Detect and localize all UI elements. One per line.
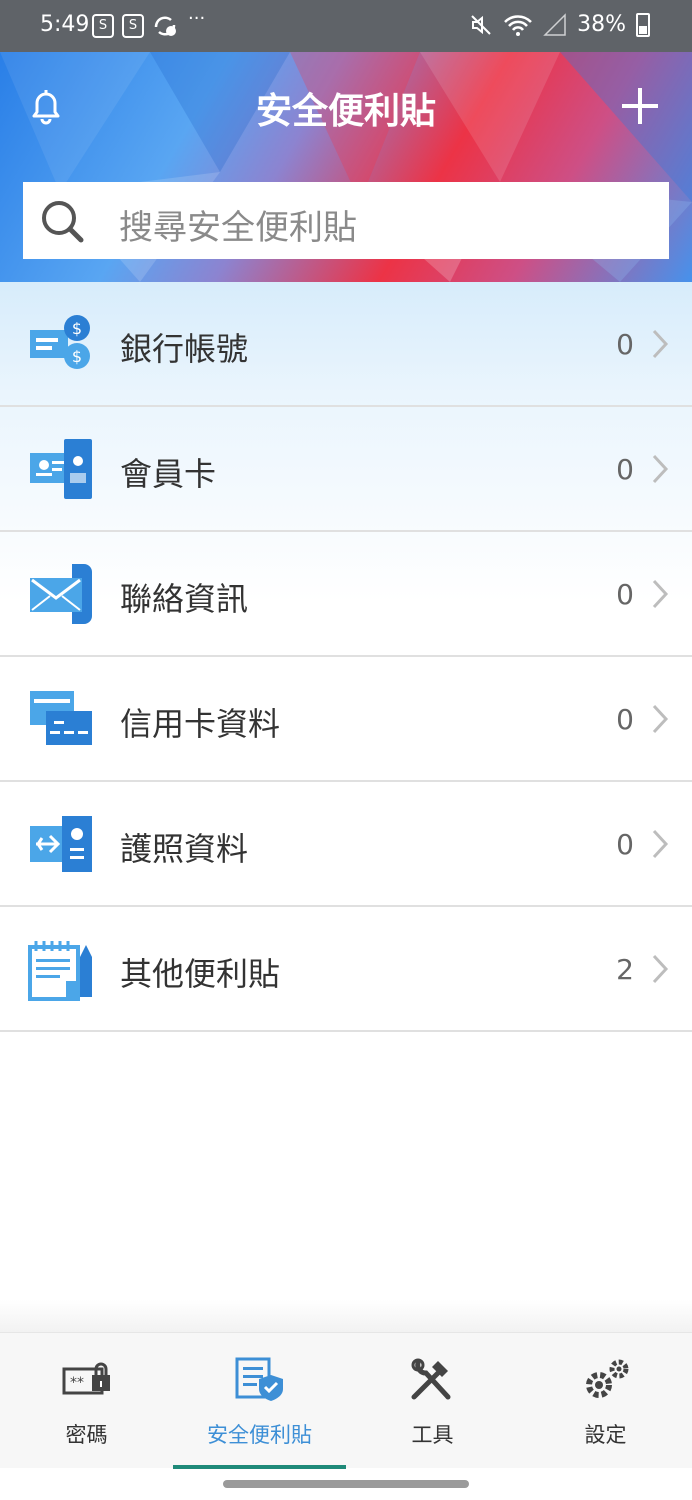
password-lock-icon: ** [62, 1362, 110, 1395]
passport-icon [30, 816, 92, 872]
system-status: 38% [469, 12, 650, 37]
more-notifications: ··· [188, 8, 206, 29]
other-notes-icon [28, 941, 92, 1001]
nav-label: 工具 [411, 1423, 454, 1447]
list-item-membership-card[interactable]: 會員卡 0 [0, 407, 692, 532]
item-count: 0 [616, 828, 634, 861]
plus-icon [622, 88, 658, 124]
search-bar[interactable]: 搜尋安全便利貼 [23, 182, 669, 259]
chevron-right-icon [652, 579, 669, 609]
svg-text:$: $ [72, 347, 82, 366]
list-item-label: 會員卡 [120, 455, 217, 493]
battery-icon [636, 12, 650, 37]
membership-card-icon [30, 439, 92, 499]
page-title: 安全便利貼 [255, 91, 436, 132]
list-item-label: 聯絡資訊 [120, 580, 249, 618]
battery-percent: 38% [577, 12, 626, 37]
item-count: 0 [616, 578, 634, 611]
item-count: 0 [616, 453, 634, 486]
add-note-button[interactable] [620, 86, 660, 126]
chevron-right-icon [652, 704, 669, 734]
secure-notes-icon [235, 1357, 283, 1401]
mute-icon [471, 14, 491, 35]
credit-card-icon [30, 691, 92, 745]
bank-account-icon: $ $ [30, 315, 90, 369]
item-count: 2 [616, 953, 634, 986]
item-count: 0 [616, 328, 634, 361]
search-input[interactable]: 搜尋安全便利貼 [119, 200, 357, 249]
list-item-passport[interactable]: 護照資料 0 [0, 782, 692, 907]
contact-info-icon [30, 564, 92, 624]
nav-label: 密碼 [65, 1423, 108, 1447]
shopping-bag-icon: S [122, 14, 144, 38]
tools-icon [411, 1358, 451, 1400]
settings-gear-icon [586, 1359, 629, 1398]
chevron-right-icon [652, 829, 669, 859]
signal-icon [543, 12, 566, 36]
app-header: 安全便利貼 搜尋安全便利貼 [0, 52, 692, 282]
nav-tab-settings[interactable]: 設定 [519, 1333, 692, 1469]
active-tab-indicator [173, 1465, 346, 1469]
chevron-right-icon [652, 454, 669, 484]
status-time: 5:49 [40, 12, 90, 37]
nav-label: 安全便利貼 [207, 1423, 312, 1447]
item-count: 0 [616, 703, 634, 736]
chevron-right-icon [652, 329, 669, 359]
list-item-contact-info[interactable]: 聯絡資訊 0 [0, 532, 692, 657]
search-icon [42, 201, 84, 243]
chevron-right-icon [652, 954, 669, 984]
bottom-navigation: ** 密碼 安全便利貼 工具 設定 [0, 1332, 692, 1469]
list-item-label: 護照資料 [120, 830, 249, 868]
sync-alert-icon [154, 16, 176, 36]
status-bar: 5:49 S S ··· 38% [0, 0, 692, 52]
nav-tab-secure-notes[interactable]: 安全便利貼 [173, 1333, 346, 1469]
list-item-label: 其他便利貼 [120, 955, 281, 993]
notification-icons: S S [92, 13, 178, 39]
list-item-other-notes[interactable]: 其他便利貼 2 [0, 907, 692, 1032]
bottom-shadow [0, 1300, 692, 1332]
svg-text:**: ** [70, 1375, 84, 1391]
list-item-credit-card[interactable]: 信用卡資料 0 [0, 657, 692, 782]
nav-tab-tools[interactable]: 工具 [346, 1333, 519, 1469]
list-item-label: 銀行帳號 [120, 330, 249, 368]
shopping-bag-icon: S [92, 14, 114, 38]
category-list: $ $ 銀行帳號 0 會員卡 0 聯絡資訊 0 信用卡資料 0 護照資料 0 其… [0, 282, 692, 1032]
home-indicator[interactable] [223, 1480, 469, 1488]
nav-tab-passwords[interactable]: ** 密碼 [0, 1333, 173, 1469]
nav-label: 設定 [584, 1423, 627, 1447]
wifi-icon [504, 14, 532, 36]
list-item-label: 信用卡資料 [120, 705, 281, 743]
svg-text:$: $ [72, 319, 82, 338]
list-item-bank-account[interactable]: $ $ 銀行帳號 0 [0, 282, 692, 407]
